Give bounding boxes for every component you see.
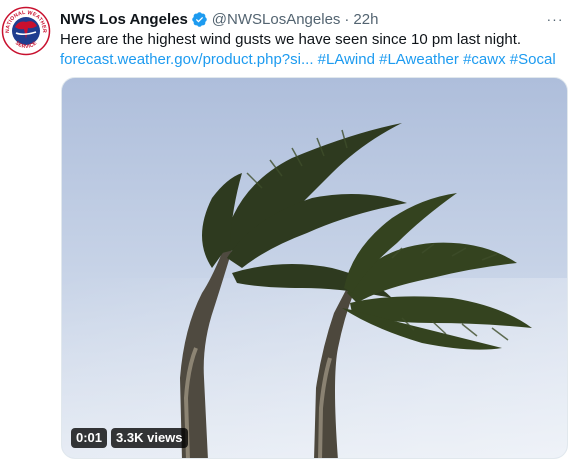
- tweet-body: Here are the highest wind gusts we have …: [60, 31, 522, 48]
- verified-badge-icon: [191, 11, 208, 28]
- hashtag-cawx[interactable]: #cawx: [463, 51, 506, 68]
- tweet[interactable]: NATIONAL WEATHER SERVICE NWS Los Angeles…: [0, 0, 579, 466]
- hashtag-laweather[interactable]: #LAweather: [379, 51, 459, 68]
- hashtag-lawind[interactable]: #LAwind: [318, 51, 375, 68]
- more-horizontal-icon[interactable]: ···: [545, 9, 565, 29]
- product-link[interactable]: forecast.weather.gov/product.php?si...: [60, 51, 313, 68]
- video-frame: [62, 78, 567, 458]
- video-timestamp: 0:01: [71, 428, 108, 448]
- handle[interactable]: @NWSLosAngeles: [212, 11, 341, 28]
- video-badges: 0:01 3.3K views: [71, 428, 188, 448]
- avatar[interactable]: NATIONAL WEATHER SERVICE: [1, 6, 51, 56]
- hashtag-socal[interactable]: #Socal: [510, 51, 556, 68]
- nws-logo-icon: NATIONAL WEATHER SERVICE: [1, 6, 51, 56]
- display-name[interactable]: NWS Los Angeles: [60, 11, 188, 28]
- separator-dot: ·: [344, 10, 350, 28]
- tweet-links-line: forecast.weather.gov/product.php?si... #…: [60, 50, 575, 70]
- video-view-count: 3.3K views: [111, 428, 188, 448]
- video-player[interactable]: 0:01 3.3K views: [61, 77, 568, 459]
- tweet-text: Here are the highest wind gusts we have …: [60, 30, 575, 70]
- tweet-header: NWS Los Angeles @NWSLosAngeles · 22h ···: [60, 9, 579, 29]
- timestamp[interactable]: 22h: [353, 11, 378, 28]
